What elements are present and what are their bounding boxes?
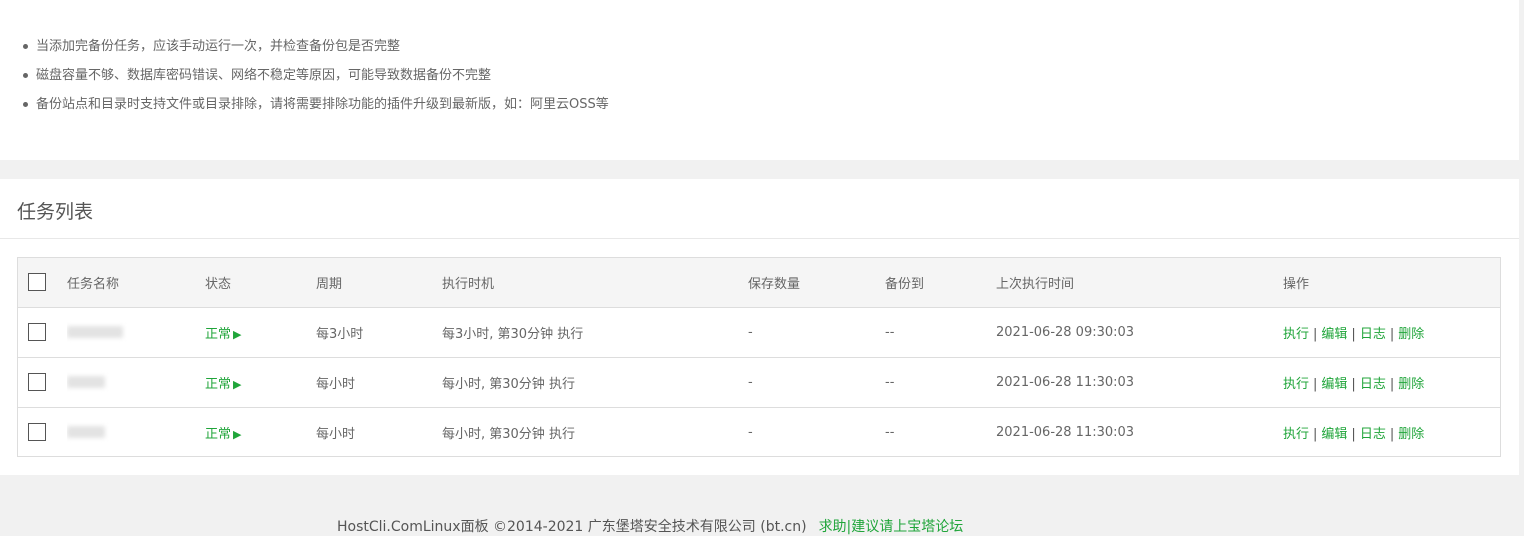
- last-run-cell: 2021-06-28 09:30:03: [996, 324, 1135, 340]
- period-cell: 每小时: [316, 376, 356, 392]
- footer-copyright: HostCli.ComLinux面板 ©2014-2021 广东堡塔安全技术有限…: [337, 519, 807, 535]
- actions-cell: 执行 | 编辑 | 日志 | 删除: [1283, 307, 1500, 357]
- row-checkbox[interactable]: [28, 423, 46, 442]
- status-cell[interactable]: 正常 ▶: [205, 407, 316, 457]
- panel-title: 任务列表: [17, 201, 94, 223]
- status-cell[interactable]: 正常 ▶: [205, 357, 316, 407]
- keep-cell: -: [748, 424, 753, 440]
- table-row: 正常 ▶ 每小时 每小时, 第30分钟 执行 - -- 2021-06-28 11…: [18, 357, 1500, 407]
- column-header-period[interactable]: 周期: [316, 258, 442, 307]
- footer: HostCli.ComLinux面板 ©2014-2021 广东堡塔安全技术有限…: [337, 516, 963, 536]
- period-cell: 每小时: [316, 426, 356, 442]
- task-name-redacted: [67, 426, 105, 439]
- edit-link[interactable]: 编辑: [1321, 427, 1347, 442]
- task-name-cell[interactable]: [67, 357, 205, 407]
- status-text: 正常: [205, 376, 232, 392]
- play-icon: ▶: [233, 427, 242, 441]
- column-header-last-run[interactable]: 上次执行时间: [996, 258, 1283, 307]
- separator: |: [1389, 426, 1395, 442]
- log-link[interactable]: 日志: [1360, 427, 1386, 442]
- task-name-redacted: [67, 376, 105, 388]
- delete-link[interactable]: 删除: [1398, 377, 1424, 392]
- column-header-keep[interactable]: 保存数量: [748, 258, 885, 307]
- column-header-name[interactable]: 任务名称: [67, 258, 205, 307]
- divider: [0, 238, 1519, 239]
- period-cell: 每3小时: [316, 326, 364, 342]
- edit-link[interactable]: 编辑: [1321, 327, 1347, 342]
- separator: |: [1389, 376, 1395, 392]
- task-name-cell[interactable]: [67, 307, 205, 357]
- separator: |: [1389, 326, 1395, 342]
- backup-to-cell: --: [885, 324, 895, 340]
- status-text: 正常: [205, 426, 232, 442]
- tip-item: 备份站点和目录时支持文件或目录排除，请将需要排除功能的插件升级到最新版，如：阿里…: [22, 94, 609, 123]
- run-link[interactable]: 执行: [1283, 377, 1309, 392]
- separator: |: [1313, 426, 1318, 442]
- task-list-panel: 任务列表 任务名称 状态 周期 执行时机 保存数量 备份到 上次执行时间 操作: [0, 179, 1519, 475]
- status-text: 正常: [205, 326, 232, 342]
- delete-link[interactable]: 删除: [1398, 327, 1424, 342]
- separator: |: [1351, 376, 1356, 392]
- separator: |: [1313, 326, 1318, 342]
- tips-list: 当添加完备份任务，应该手动运行一次，并检查备份包是否完整 磁盘容量不够、数据库密…: [22, 36, 609, 123]
- row-checkbox[interactable]: [28, 373, 46, 391]
- separator: |: [1351, 426, 1356, 442]
- row-checkbox[interactable]: [28, 323, 46, 341]
- backup-to-cell: --: [885, 424, 895, 440]
- keep-cell: -: [748, 324, 753, 340]
- edit-link[interactable]: 编辑: [1321, 377, 1347, 392]
- delete-link[interactable]: 删除: [1398, 427, 1424, 442]
- actions-cell: 执行 | 编辑 | 日志 | 删除: [1283, 357, 1500, 407]
- play-icon: ▶: [233, 327, 242, 341]
- table-header-row: 任务名称 状态 周期 执行时机 保存数量 备份到 上次执行时间 操作: [18, 258, 1500, 307]
- column-header-status[interactable]: 状态: [205, 258, 316, 307]
- backup-tips-panel: 当添加完备份任务，应该手动运行一次，并检查备份包是否完整 磁盘容量不够、数据库密…: [0, 0, 1519, 160]
- table-row: 正常 ▶ 每小时 每小时, 第30分钟 执行 - -- 2021-06-28 11…: [18, 407, 1500, 457]
- task-table: 任务名称 状态 周期 执行时机 保存数量 备份到 上次执行时间 操作 正常 ▶ 每…: [17, 257, 1501, 457]
- timing-cell: 每小时, 第30分钟 执行: [442, 376, 575, 392]
- timing-cell: 每3小时, 第30分钟 执行: [442, 326, 584, 342]
- forum-link[interactable]: 求助|建议请上宝塔论坛: [819, 519, 964, 535]
- keep-cell: -: [748, 374, 753, 390]
- tip-item: 磁盘容量不够、数据库密码错误、网络不稳定等原因，可能导致数据备份不完整: [22, 65, 609, 94]
- run-link[interactable]: 执行: [1283, 427, 1309, 442]
- actions-cell: 执行 | 编辑 | 日志 | 删除: [1283, 407, 1500, 457]
- log-link[interactable]: 日志: [1360, 377, 1386, 392]
- run-link[interactable]: 执行: [1283, 327, 1309, 342]
- select-all-checkbox[interactable]: [28, 273, 46, 292]
- tip-item: 当添加完备份任务，应该手动运行一次，并检查备份包是否完整: [22, 36, 609, 65]
- log-link[interactable]: 日志: [1360, 327, 1386, 342]
- status-cell[interactable]: 正常 ▶: [205, 307, 316, 357]
- column-header-timing[interactable]: 执行时机: [442, 258, 748, 307]
- task-name-redacted: [67, 326, 123, 338]
- last-run-cell: 2021-06-28 11:30:03: [996, 374, 1135, 390]
- backup-to-cell: --: [885, 374, 895, 390]
- table-row: 正常 ▶ 每3小时 每3小时, 第30分钟 执行 - -- 2021-06-28 …: [18, 307, 1500, 357]
- separator: |: [1351, 326, 1356, 342]
- last-run-cell: 2021-06-28 11:30:03: [996, 424, 1135, 440]
- column-header-actions: 操作: [1283, 276, 1310, 292]
- play-icon: ▶: [233, 377, 242, 391]
- task-name-cell[interactable]: [67, 407, 205, 457]
- timing-cell: 每小时, 第30分钟 执行: [442, 426, 575, 442]
- column-header-backup-to[interactable]: 备份到: [885, 258, 996, 307]
- separator: |: [1313, 376, 1318, 392]
